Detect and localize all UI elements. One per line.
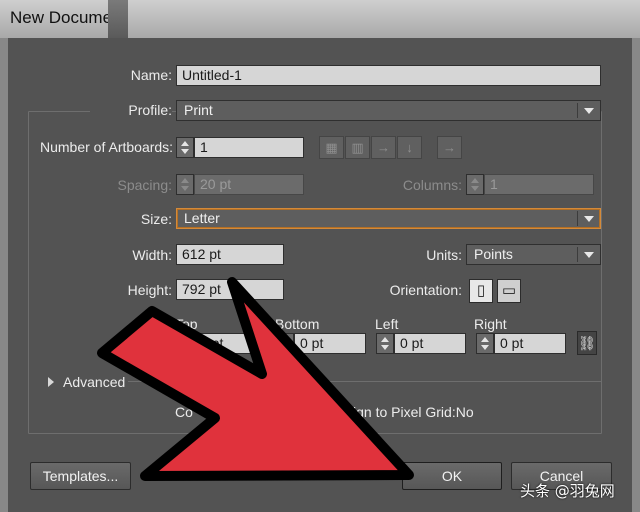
name-label: Name: (130, 67, 172, 83)
columns-input: 1 (484, 174, 594, 195)
stepper-down-icon (471, 186, 479, 191)
advanced-divider (128, 381, 602, 382)
spacing-stepper (176, 174, 194, 195)
height-label: Height: (127, 282, 172, 298)
profile-label: Profile: (90, 102, 172, 118)
units-label: Units: (426, 247, 462, 263)
landscape-icon[interactable]: ▭ (497, 279, 521, 303)
name-input[interactable]: Untitled-1 (176, 65, 601, 86)
orientation-label: Orientation: (389, 282, 462, 298)
units-select[interactable]: Points (466, 244, 601, 265)
profile-select[interactable]: Print (176, 100, 601, 121)
watermark-text: 头条 @羽兔网 (520, 482, 615, 500)
window-frame-left (0, 38, 8, 512)
select-divider (577, 247, 578, 262)
stepper-down-icon[interactable] (181, 345, 189, 350)
stepper-up-icon (181, 178, 189, 183)
arrange-by-column-icon[interactable]: ↓ (397, 136, 422, 159)
title-bar-control[interactable] (108, 0, 128, 38)
portrait-icon[interactable]: ▯ (469, 279, 493, 303)
artboards-stepper[interactable] (176, 137, 194, 158)
templates-button[interactable]: Templates... (30, 462, 131, 490)
width-input[interactable]: 612 pt (176, 244, 284, 265)
size-label: Size: (140, 211, 172, 227)
grid-by-row-icon[interactable]: ▦ (319, 136, 344, 159)
bleed-left-stepper[interactable] (376, 333, 394, 354)
artboards-label: Number of Artboards: (40, 139, 174, 155)
chevron-down-icon (584, 108, 594, 114)
stepper-down-icon[interactable] (481, 345, 489, 350)
disclosure-triangle-icon[interactable] (48, 377, 54, 387)
stepper-down-icon[interactable] (381, 345, 389, 350)
columns-stepper (466, 174, 484, 195)
stepper-up-icon[interactable] (181, 337, 189, 342)
stepper-up-icon (471, 178, 479, 183)
size-value: Letter (184, 210, 220, 226)
bleed-right-input[interactable]: 0 pt (494, 333, 566, 354)
size-select[interactable]: Letter (176, 208, 601, 229)
artboards-input[interactable]: 1 (194, 137, 304, 158)
bleed-top-label: Top (175, 316, 198, 332)
stepper-down-icon[interactable] (181, 149, 189, 154)
profile-value: Print (184, 102, 213, 118)
bleed-bottom-input[interactable]: 0 pt (294, 333, 366, 354)
units-value: Points (474, 246, 513, 262)
width-label: Width: (132, 247, 172, 263)
bleed-bottom-stepper[interactable] (276, 333, 294, 354)
stepper-down-icon (181, 186, 189, 191)
bleed-left-input[interactable]: 0 pt (394, 333, 466, 354)
bleed-bottom-label: Bottom (275, 316, 320, 332)
columns-label: Columns: (402, 177, 462, 193)
right-to-left-icon[interactable]: → (437, 136, 462, 159)
bleed-top-input[interactable]: 0 pt (194, 333, 274, 354)
arrange-by-row-icon[interactable]: → (371, 136, 396, 159)
bleed-left-label: Left (375, 316, 399, 332)
height-input[interactable]: 792 pt (176, 279, 284, 300)
ok-button[interactable]: OK (402, 462, 502, 490)
stepper-up-icon[interactable] (381, 337, 389, 342)
stepper-up-icon[interactable] (481, 337, 489, 342)
advanced-toggle[interactable]: Advanced (63, 374, 125, 390)
stepper-down-icon[interactable] (281, 345, 289, 350)
stepper-up-icon[interactable] (281, 337, 289, 342)
title-bar: New Document (0, 0, 640, 38)
spacing-label: Spacing: (117, 177, 172, 193)
grid-by-column-icon[interactable]: ▥ (345, 136, 370, 159)
window-frame-right (632, 38, 640, 512)
spacing-input: 20 pt (194, 174, 304, 195)
chevron-down-icon (584, 252, 594, 258)
chain-link-icon[interactable]: ⛓ (577, 331, 597, 355)
bleed-top-stepper[interactable] (176, 333, 194, 354)
stepper-up-icon[interactable] (181, 141, 189, 146)
select-divider (577, 211, 578, 226)
bleed-right-stepper[interactable] (476, 333, 494, 354)
chevron-down-icon (584, 216, 594, 222)
color-mode-info: Co (175, 404, 193, 420)
bleed-right-label: Right (474, 316, 507, 332)
pixel-grid-info: ign to Pixel Grid:No (353, 404, 474, 420)
select-divider (577, 103, 578, 118)
